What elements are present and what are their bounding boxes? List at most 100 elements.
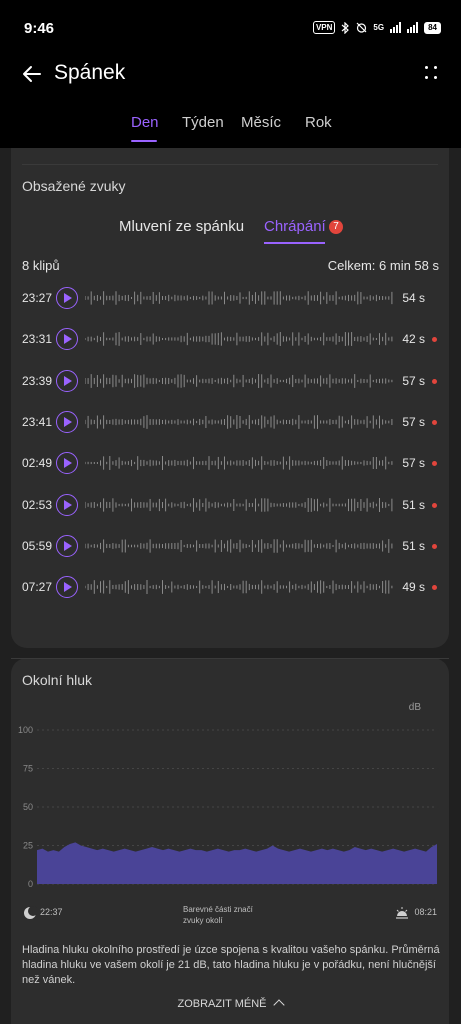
marker-dot <box>432 585 437 591</box>
waveform <box>85 497 393 512</box>
sleep-time-row: 22:37 Barevné části značí zvuky okolí 08… <box>11 905 449 934</box>
play-icon[interactable] <box>56 328 78 351</box>
signal-icon <box>390 22 402 33</box>
clips-total-duration: Celkem: 6 min 58 s <box>327 258 439 273</box>
play-icon[interactable] <box>56 576 78 599</box>
network-5g-icon: 5G <box>373 22 385 32</box>
tab-week[interactable]: Týden <box>182 114 224 131</box>
tab-month[interactable]: Měsíc <box>241 114 281 131</box>
clip-duration: 54 s <box>402 291 425 305</box>
clip-row[interactable]: 23:31 42 s <box>11 325 449 353</box>
marker-dot <box>432 337 437 343</box>
tab-snoring[interactable]: Chrápání <box>264 218 326 235</box>
y-tick-label: 100 <box>18 725 33 735</box>
clip-duration: 51 s <box>402 538 425 553</box>
waveform <box>85 291 393 305</box>
y-tick-label: 0 <box>28 879 33 889</box>
page-title: Spánek <box>54 61 126 84</box>
vpn-icon: VPN <box>312 21 336 34</box>
clip-duration: 57 s <box>402 414 425 429</box>
clip-row[interactable]: 07:27 49 s <box>11 573 449 601</box>
play-icon[interactable] <box>56 369 78 392</box>
clips-count: 8 klipů <box>22 258 60 273</box>
clip-duration: 57 s <box>402 373 425 388</box>
clip-time: 23:27 <box>22 291 53 305</box>
y-tick-label: 25 <box>23 841 33 851</box>
clip-row[interactable]: 23:27 54 s <box>11 284 449 312</box>
scroll-content[interactable]: Obsažené zvuky Mluvení ze spánku Chrápán… <box>0 148 461 1024</box>
divider <box>11 658 449 659</box>
waveform <box>85 373 393 388</box>
chart-legend-note: Barevné části značí zvuky okolí <box>183 905 253 925</box>
divider <box>22 164 438 165</box>
snoring-count-badge: 7 <box>329 220 343 234</box>
y-tick-label: 75 <box>23 764 33 774</box>
app-bar: Spánek <box>0 52 461 96</box>
tab-day[interactable]: Den <box>131 114 159 131</box>
clip-duration: 49 s <box>402 580 425 595</box>
signal-2-icon <box>407 22 419 33</box>
noise-area-series <box>37 842 437 884</box>
play-icon[interactable] <box>56 452 78 475</box>
y-tick-label: 50 <box>23 802 33 812</box>
waveform <box>85 332 393 347</box>
clip-time: 23:41 <box>22 414 53 429</box>
clip-time: 23:39 <box>22 373 53 388</box>
bluetooth-icon <box>342 21 350 34</box>
sleep-end-time: 08:21 <box>414 907 437 917</box>
play-icon[interactable] <box>56 493 78 516</box>
clip-duration: 57 s <box>402 456 425 471</box>
clip-time: 02:49 <box>22 456 53 471</box>
clip-time: 07:27 <box>22 580 53 595</box>
marker-dot <box>432 543 437 549</box>
clip-row[interactable]: 02:53 51 s <box>11 491 449 519</box>
active-tab-indicator <box>131 140 157 142</box>
show-less-label: ZOBRAZIT MÉNĚ <box>177 998 267 1010</box>
marker-dot <box>432 419 437 425</box>
play-icon[interactable] <box>56 287 78 309</box>
clip-time: 23:31 <box>22 332 53 347</box>
play-icon[interactable] <box>56 410 78 433</box>
marker-dot <box>432 461 437 467</box>
clip-row[interactable]: 23:41 57 s <box>11 408 449 436</box>
marker-dot <box>432 502 437 508</box>
status-icons: VPN 5G 84 <box>312 21 441 34</box>
back-arrow-icon[interactable] <box>20 62 44 86</box>
sleep-start-time: 22:37 <box>40 907 63 917</box>
sounds-card: Obsažené zvuky Mluvení ze spánku Chrápán… <box>11 148 449 648</box>
status-time: 9:46 <box>24 20 55 37</box>
status-bar: 9:46 VPN 5G 84 <box>0 0 461 52</box>
marker-dot <box>432 378 437 384</box>
waveform <box>85 456 393 471</box>
clip-row[interactable]: 23:39 57 s <box>11 367 449 395</box>
clip-time: 05:59 <box>22 538 53 553</box>
noise-chart-svg: 100 75 50 25 0 <box>18 725 437 889</box>
sunrise-icon <box>396 907 408 919</box>
battery-icon: 84 <box>424 21 441 34</box>
clip-duration: 51 s <box>402 497 425 512</box>
chart-unit-label: dB <box>408 702 421 713</box>
clip-row[interactable]: 02:49 57 s <box>11 449 449 477</box>
tab-year[interactable]: Rok <box>305 114 332 131</box>
sounds-section-title: Obsažené zvuky <box>22 178 126 194</box>
moon-icon <box>24 906 37 919</box>
clip-duration: 42 s <box>402 332 425 347</box>
play-icon[interactable] <box>56 534 78 557</box>
sound-type-tabs: Mluvení ze spánku Chrápání 7 <box>11 218 449 248</box>
show-less-button[interactable]: ZOBRAZIT MÉNĚ <box>11 998 449 1011</box>
clip-row[interactable]: 05:59 51 s <box>11 532 449 560</box>
noise-info-text: Hladina hluku okolního prostředí je úzce… <box>22 944 440 986</box>
noise-section-title: Okolní hluk <box>22 672 93 688</box>
more-options-icon[interactable] <box>423 64 439 82</box>
noise-chart: dB 100 75 50 25 0 <box>11 702 449 902</box>
chevron-up-icon <box>272 999 285 1011</box>
tab-sleep-talking[interactable]: Mluvení ze spánku <box>119 218 244 235</box>
active-sound-tab-indicator <box>264 242 325 244</box>
ambient-noise-card: Okolní hluk dB 100 75 50 25 0 22:37 Barevné … <box>11 658 449 1024</box>
waveform <box>85 414 393 429</box>
waveform <box>85 580 393 595</box>
alarm-off-icon <box>356 22 367 33</box>
period-tabs: Den Týden Měsíc Rok <box>0 108 461 148</box>
clip-time: 02:53 <box>22 497 53 512</box>
waveform <box>85 538 393 553</box>
